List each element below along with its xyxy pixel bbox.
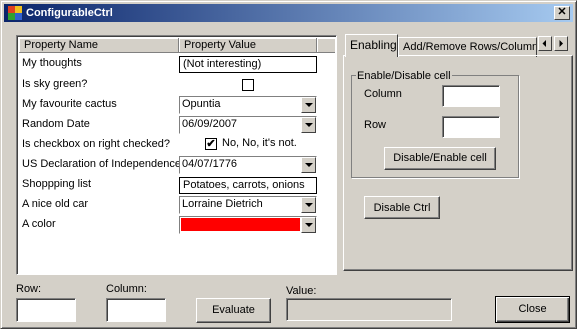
chevron-left-icon [542, 40, 546, 47]
header-property-value-label: Property Value [184, 39, 256, 51]
property-value: 06/09/2007 [182, 118, 238, 130]
chevron-down-icon[interactable] [301, 217, 316, 233]
property-name: Is sky green? [22, 78, 88, 90]
close-label: Close [518, 303, 547, 315]
header-filler [317, 38, 335, 53]
tab-add-remove-label: Add/Remove Rows/Columns [403, 41, 537, 53]
property-name: A color [22, 218, 56, 230]
grid-row-a-color[interactable]: A color [19, 215, 337, 234]
property-name: Is checkbox on right checked? [22, 138, 170, 150]
evaluate-button[interactable]: Evaluate [196, 298, 271, 323]
disable-enable-cell-button[interactable]: Disable/Enable cell [384, 147, 496, 170]
grid-row-favourite-cactus[interactable]: My favourite cactus Opuntia [19, 95, 337, 114]
grid-row-my-thoughts[interactable]: My thoughts (Not interesting) [19, 54, 337, 73]
property-value: (Not interesting) [183, 58, 262, 70]
cactus-combobox[interactable]: Opuntia [179, 96, 317, 114]
value-display [286, 298, 452, 321]
property-name: Random Date [22, 118, 90, 130]
evaluate-label: Evaluate [212, 304, 255, 316]
property-value: Opuntia [182, 98, 221, 110]
row-input[interactable] [16, 298, 76, 322]
property-grid[interactable]: Property Name Property Value My thoughts… [16, 35, 337, 275]
tab-add-remove-rows-columns[interactable]: Add/Remove Rows/Columns [398, 37, 537, 57]
close-icon: ✕ [557, 6, 567, 18]
window-title: ConfigurableCtrl [26, 7, 113, 19]
color-picker[interactable] [179, 216, 317, 234]
group-title: Enable/Disable cell [356, 70, 452, 82]
app-icon [8, 6, 22, 20]
configurable-ctrl-window: ConfigurableCtrl ✕ Property Name Propert… [0, 0, 577, 329]
close-button[interactable]: Close [495, 296, 570, 323]
property-value: Potatoes, carrots, onions [183, 179, 305, 191]
chevron-down-icon[interactable] [301, 157, 316, 173]
property-value-text[interactable]: Potatoes, carrots, onions [179, 177, 317, 194]
grid-row-random-date[interactable]: Random Date 06/09/2007 [19, 115, 337, 134]
column-input[interactable] [106, 298, 166, 322]
grid-row-is-sky-green[interactable]: Is sky green? [19, 75, 337, 94]
property-name: A nice old car [22, 198, 89, 210]
chevron-down-icon[interactable] [301, 97, 316, 113]
enable-row-input[interactable] [442, 116, 500, 138]
property-value-text[interactable]: (Not interesting) [179, 56, 317, 73]
header-property-value[interactable]: Property Value [179, 38, 317, 53]
row-label-bottom: Row: [16, 283, 42, 295]
color-swatch [181, 218, 300, 231]
column-label: Column [364, 88, 402, 100]
disable-ctrl-button[interactable]: Disable Ctrl [364, 196, 440, 219]
disable-enable-cell-label: Disable/Enable cell [393, 152, 487, 164]
header-property-name[interactable]: Property Name [19, 38, 179, 53]
title-bar[interactable]: ConfigurableCtrl ✕ [4, 4, 573, 22]
header-property-name-label: Property Name [24, 39, 98, 51]
property-name: US Declaration of Independence [22, 158, 181, 170]
enable-column-input[interactable] [442, 85, 500, 107]
chevron-down-icon[interactable] [301, 117, 316, 133]
tab-scroll-left-button[interactable] [538, 36, 552, 51]
value-label: Value: [286, 285, 317, 297]
declaration-date-picker[interactable]: 04/07/1776 [179, 156, 317, 174]
column-label-bottom: Column: [106, 283, 147, 295]
checkbox-caption: No, No, it's not. [222, 137, 297, 149]
close-window-button[interactable]: ✕ [554, 6, 570, 20]
chevron-down-icon[interactable] [301, 197, 316, 213]
property-name: My thoughts [22, 57, 82, 69]
property-name: Shoppping list [22, 178, 92, 190]
grid-row-checkbox-on-right[interactable]: Is checkbox on right checked? ✔ No, No, … [19, 135, 337, 154]
property-name: My favourite cactus [22, 98, 117, 110]
disable-ctrl-label: Disable Ctrl [373, 202, 431, 214]
tab-enabling[interactable]: Enabling [345, 34, 398, 57]
chevron-right-icon [559, 40, 563, 47]
random-date-picker[interactable]: 06/09/2007 [179, 116, 317, 134]
property-value: 04/07/1776 [182, 158, 238, 170]
checkbox-on-right[interactable]: ✔ [205, 138, 217, 150]
checkmark-icon: ✔ [206, 138, 216, 150]
car-combobox[interactable]: Lorraine Dietrich [179, 196, 317, 214]
grid-row-shopping-list[interactable]: Shoppping list Potatoes, carrots, onions [19, 175, 337, 194]
grid-row-nice-old-car[interactable]: A nice old car Lorraine Dietrich [19, 195, 337, 214]
tab-scroll-right-button[interactable] [554, 36, 568, 51]
row-label: Row [364, 119, 387, 131]
sky-green-checkbox[interactable] [242, 79, 254, 91]
grid-row-us-declaration[interactable]: US Declaration of Independence 04/07/177… [19, 155, 337, 174]
tab-enabling-label: Enabling [350, 38, 397, 52]
property-value: Lorraine Dietrich [182, 198, 263, 210]
